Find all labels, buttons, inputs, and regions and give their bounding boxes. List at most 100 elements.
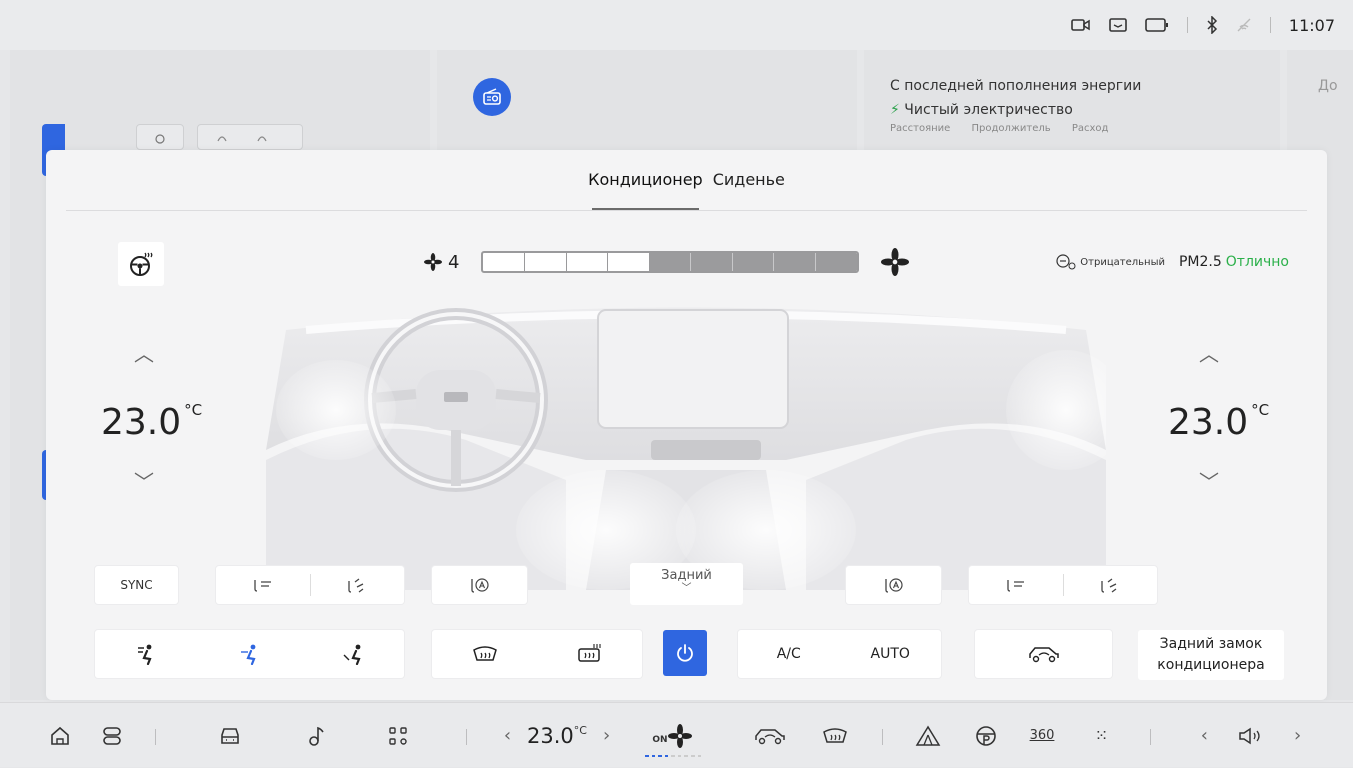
battery-icon (1145, 17, 1169, 33)
dock-temp-decrease[interactable]: ‹ (504, 725, 511, 746)
pm25-label: PM2.5 (1178, 254, 1222, 270)
right-auto-vent-button[interactable] (846, 566, 941, 604)
volume-increase[interactable]: › (1294, 725, 1301, 746)
fan-level-value: 4 (448, 251, 460, 273)
auto-button[interactable]: AUTO (840, 630, 942, 678)
switcher-icon[interactable] (97, 703, 127, 768)
dock-temp-value: 23.0 (527, 723, 574, 748)
volume-icon (1239, 727, 1260, 744)
status-bar: 11:07 (0, 0, 1353, 50)
fan-speed-segment[interactable] (774, 253, 816, 271)
fan-small-icon[interactable] (424, 253, 442, 271)
dock-temperature-control[interactable]: ‹ 23.0 °C › (492, 703, 622, 768)
right-vent-direction-button[interactable] (969, 566, 1063, 604)
left-vent-direction-button[interactable] (216, 566, 310, 604)
home-icon[interactable] (45, 703, 75, 768)
vent-swing-icon (348, 578, 364, 593)
left-vent-swing-button[interactable] (311, 566, 405, 604)
dock-temp-increase[interactable]: › (603, 725, 610, 746)
climate-panel: Кондиционер Сиденье 4 Отрицательный PM2.… (46, 150, 1327, 700)
vent-horizontal-icon (254, 580, 271, 592)
apps-grid-icon[interactable] (383, 703, 413, 768)
rear-label: Задний (661, 568, 712, 583)
fan-speed-segment[interactable] (649, 253, 692, 271)
right-temp-up-arrow[interactable]: ︿ (1199, 338, 1219, 367)
right-temperature[interactable]: 23.0 °C (1168, 401, 1270, 443)
airflow-face-button[interactable] (198, 630, 301, 678)
tab-air-conditioner[interactable]: Кондиционер (588, 170, 703, 210)
left-temp-up-arrow[interactable]: ︿ (134, 338, 154, 367)
ac-auto-buttons: A/C AUTO (738, 630, 941, 678)
air-recirculation-button[interactable] (975, 630, 1112, 678)
right-vent-swing-button[interactable] (1064, 566, 1158, 604)
sync-button[interactable]: SYNC (95, 566, 178, 604)
more-apps-icon[interactable]: ⁙ (1084, 703, 1120, 768)
right-temp-value: 23.0 (1168, 402, 1249, 443)
rear-ac-lock-button[interactable]: Задний замок кондиционера (1138, 630, 1284, 680)
message-icon (1109, 17, 1127, 33)
left-temperature[interactable]: 23.0 °C (101, 401, 203, 443)
steering-park-icon[interactable] (968, 703, 1004, 768)
bolt-icon: ⚡ (890, 102, 900, 118)
vent-swing-icon-right (1101, 578, 1117, 593)
airflow-feet-icon (343, 644, 361, 665)
left-air-direction-buttons (216, 566, 404, 604)
rear-lock-line1: Задний замок (1159, 636, 1263, 652)
rear-defrost-button[interactable] (537, 630, 642, 678)
rear-climate-toggle[interactable]: Задний ﹀ (630, 563, 743, 605)
car-icon[interactable] (215, 703, 245, 768)
energy-type: Чистый электричество (904, 102, 1073, 118)
dock-recirculation-icon[interactable] (750, 703, 790, 768)
tab-seat[interactable]: Сиденье (713, 170, 785, 189)
front-defrost-button[interactable] (432, 630, 537, 678)
left-auto-vent-button[interactable] (432, 566, 527, 604)
right-temp-down-arrow[interactable]: ﹀ (1199, 466, 1219, 495)
left-temp-unit: °C (184, 401, 203, 419)
left-temp-down-arrow[interactable]: ﹀ (134, 466, 154, 495)
air-quality-info: Отрицательный PM2.5 Отлично (1056, 254, 1289, 270)
dock-fan-on-label: ON (652, 734, 668, 745)
dock-fan-button[interactable]: ON (644, 703, 700, 768)
rear-chevron-icon: ﹀ (681, 583, 692, 594)
music-icon[interactable] (302, 703, 332, 768)
camping-mode-icon[interactable] (910, 703, 946, 768)
fan-speed-segment[interactable] (567, 253, 609, 271)
dashcam-icon (1071, 17, 1091, 33)
fan-speed-segment[interactable] (691, 253, 733, 271)
right-air-direction-buttons (969, 566, 1157, 604)
airflow-face-icon (240, 644, 256, 665)
fan-large-icon[interactable] (881, 248, 910, 276)
heated-steering-wheel-button[interactable] (118, 242, 164, 286)
ac-button[interactable]: A/C (738, 630, 840, 678)
fan-speed-bar[interactable] (481, 251, 860, 273)
signal-off-icon (1236, 17, 1252, 33)
vent-auto-icon (470, 578, 489, 593)
fan-icon (667, 723, 692, 748)
negative-ion-icon (1056, 254, 1076, 270)
airflow-mode-buttons (95, 630, 404, 678)
dock-page-indicator (645, 755, 702, 758)
vent-horizontal-icon-right (1007, 580, 1024, 592)
dock-defrost-icon[interactable] (815, 703, 855, 768)
volume-control[interactable]: ‹ › (1176, 703, 1326, 768)
bg-heated-wheel-button (136, 124, 184, 150)
bg-edge-text: До (1318, 78, 1338, 94)
camera-360-button[interactable]: 360 (1022, 703, 1062, 768)
energy-summary: С последней пополнения энергии ⚡ Чистый … (890, 74, 1141, 136)
fan-speed-segment[interactable] (608, 253, 650, 271)
negative-ion-label: Отрицательный (1080, 256, 1165, 268)
fan-speed-segment[interactable] (483, 253, 526, 271)
fan-speed-segment[interactable] (815, 253, 858, 271)
fan-speed-control: 4 (424, 248, 910, 276)
radio-icon (473, 78, 511, 116)
airflow-face-windshield-button[interactable] (95, 630, 198, 678)
climate-power-button[interactable] (663, 630, 707, 676)
fan-speed-segment[interactable] (732, 253, 775, 271)
right-temp-unit: °C (1251, 401, 1270, 419)
rear-defrost-icon (577, 644, 601, 662)
airflow-feet-button[interactable] (301, 630, 404, 678)
dock-divider-2 (466, 729, 467, 745)
fan-speed-segment[interactable] (525, 253, 567, 271)
heated-steering-wheel-icon (130, 252, 153, 276)
volume-decrease[interactable]: ‹ (1201, 725, 1208, 746)
